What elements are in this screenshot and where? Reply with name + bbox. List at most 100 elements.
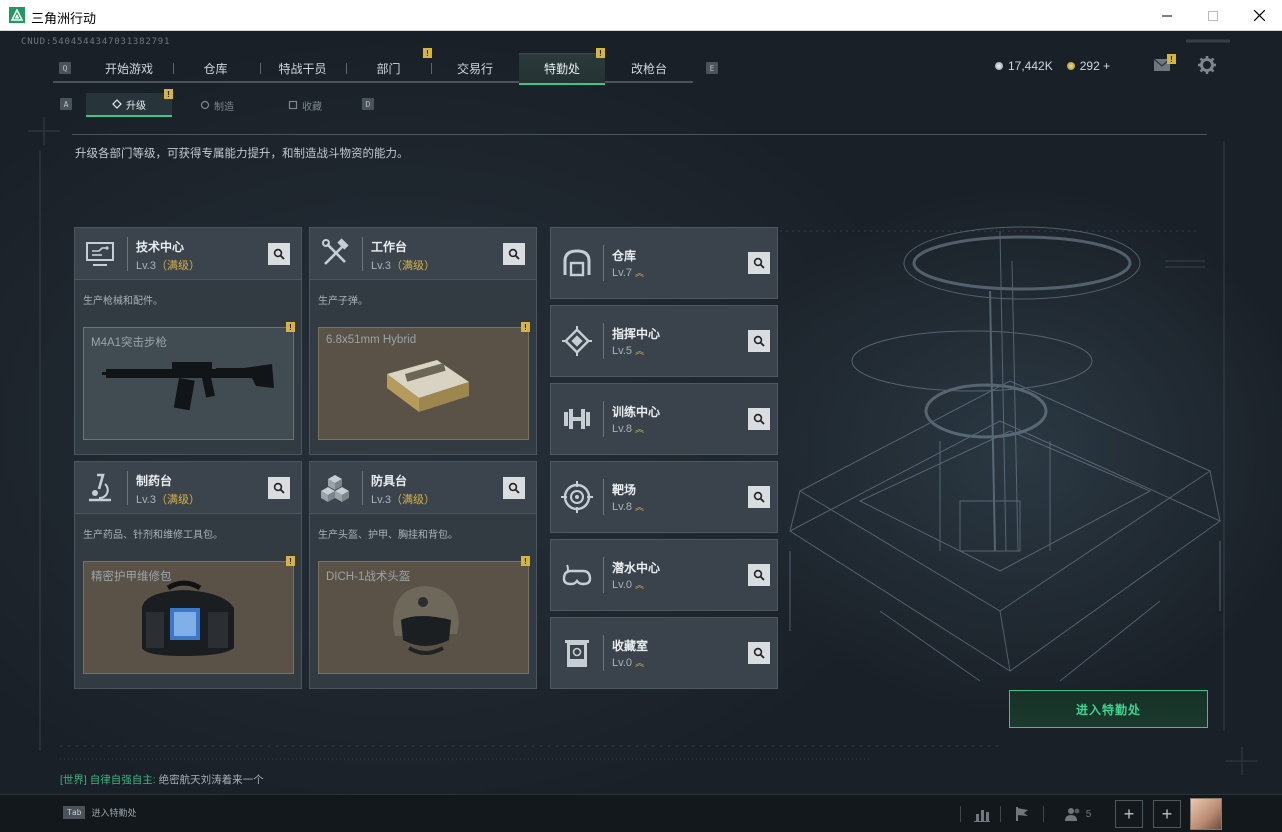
dept-level: Lv.3（满级） bbox=[371, 491, 435, 507]
enter-special-ops-button[interactable]: 进入特勤处 bbox=[1009, 690, 1208, 728]
room-card-warehouse[interactable]: 仓库 Lv.7 ︽ bbox=[550, 227, 778, 299]
product-alert-icon: ! bbox=[286, 556, 295, 566]
tab-hint[interactable]: Tab 进入特勤处 bbox=[63, 806, 136, 819]
magnifier-icon bbox=[753, 257, 765, 269]
room-card-command-center[interactable]: 指挥中心 Lv.5 ︽ bbox=[550, 305, 778, 377]
nav-next-key[interactable]: E bbox=[706, 62, 718, 74]
magnifier-button[interactable] bbox=[748, 642, 770, 664]
magnifier-button[interactable] bbox=[748, 408, 770, 430]
room-card-collection-room[interactable]: 收藏室 Lv.0 ︽ bbox=[550, 617, 778, 689]
chat-line[interactable]: [世界] 自律自强自主: 绝密航天刘涛着来一个 bbox=[60, 772, 264, 787]
dept-level: Lv.3（满级） bbox=[371, 257, 435, 273]
product-slot[interactable]: M4A1突击步枪 ! bbox=[83, 322, 295, 440]
gold-coin-icon bbox=[1066, 62, 1075, 70]
magnifier-icon bbox=[273, 482, 285, 494]
silver-coin-icon bbox=[995, 62, 1003, 70]
magnifier-button[interactable] bbox=[268, 477, 290, 499]
dept-card-header: 防具台 Lv.3（满级） bbox=[310, 462, 536, 514]
room-level-value: Lv.8 bbox=[612, 501, 632, 513]
tab-start-game[interactable]: 开始游戏 bbox=[88, 53, 170, 83]
magnifier-button[interactable] bbox=[748, 486, 770, 508]
product-alert-icon: ! bbox=[521, 556, 530, 566]
dept-card-armor[interactable]: 防具台 Lv.3（满级） 生产头盔、护甲、胸挂和背包。 DICH-1战术头盔 ! bbox=[309, 461, 537, 689]
settings-gear-icon[interactable] bbox=[1198, 56, 1216, 79]
subtab-craft[interactable]: 制造 bbox=[174, 93, 260, 117]
room-level-value: Lv.7 bbox=[612, 267, 632, 279]
dept-name: 工作台 bbox=[371, 240, 408, 254]
game-viewport: CNUD:540454434703138279​1 Q 开始游戏 仓库 特战干员… bbox=[0, 31, 1282, 832]
bottom-divider bbox=[1000, 806, 1001, 822]
header-divider bbox=[362, 471, 363, 505]
monitor-circuit-icon bbox=[86, 242, 114, 266]
header-divider bbox=[127, 471, 128, 505]
subnav-next-key[interactable]: D bbox=[362, 98, 374, 110]
upgradable-icon: ︽ bbox=[634, 424, 644, 434]
magnifier-button[interactable] bbox=[503, 477, 525, 499]
flag-icon[interactable] bbox=[1008, 800, 1036, 828]
room-name: 仓库 bbox=[612, 249, 637, 263]
intro-divider bbox=[72, 134, 1207, 135]
bottom-bar: Tab 进入特勤处 5 + + bbox=[0, 794, 1282, 832]
product-slot[interactable]: 精密护甲维修包 ! bbox=[83, 556, 295, 674]
tab-trading[interactable]: 交易行 bbox=[431, 53, 519, 83]
gold-currency[interactable]: 292 + bbox=[1066, 59, 1110, 73]
room-name: 潜水中心 bbox=[612, 561, 661, 575]
app-logo-icon bbox=[9, 7, 25, 23]
storage-arch-icon bbox=[563, 249, 591, 277]
room-card-training-center[interactable]: 训练中心 Lv.8 ︽ bbox=[550, 383, 778, 455]
magnifier-button[interactable] bbox=[748, 252, 770, 274]
dept-card-header: 技术中心 Lv.3（满级） bbox=[75, 228, 301, 280]
friends-button[interactable]: 5 bbox=[1058, 800, 1098, 828]
add-member-button[interactable]: + bbox=[1153, 800, 1181, 828]
magnifier-button[interactable] bbox=[748, 330, 770, 352]
dept-card-workbench[interactable]: 工作台 Lv.3（满级） 生产子弹。 6.8x51mm Hybrid ! bbox=[309, 227, 537, 455]
room-card-shooting-range[interactable]: 靶场 Lv.8 ︽ bbox=[550, 461, 778, 533]
recharge-plus[interactable]: + bbox=[1103, 59, 1110, 73]
magnifier-icon bbox=[753, 413, 765, 425]
title-bar: 三角洲行动 bbox=[0, 0, 1282, 31]
tab-special-ops[interactable]: 特勤处 bbox=[519, 53, 605, 85]
room-name: 训练中心 bbox=[612, 405, 661, 419]
room-divider bbox=[603, 635, 604, 671]
currency-bar: 17,442K 292 + bbox=[995, 59, 1110, 73]
add-member-button[interactable]: + bbox=[1115, 800, 1143, 828]
dept-maxed: （满级） bbox=[390, 260, 435, 272]
minimize-button[interactable] bbox=[1144, 0, 1190, 31]
dept-card-pharmacy[interactable]: 制药台 Lv.3（满级） 生产药品、针剂和维修工具包。 精密护甲维修包 ! bbox=[74, 461, 302, 689]
subtab-upgrade[interactable]: 升级 bbox=[86, 93, 172, 117]
subtab-craft-label: 制造 bbox=[214, 101, 234, 113]
room-level-value: Lv.0 bbox=[612, 579, 632, 591]
subnav-prev-key[interactable]: A bbox=[60, 98, 72, 110]
room-name: 靶场 bbox=[612, 483, 637, 497]
bottom-divider bbox=[1043, 806, 1044, 822]
tab-operators[interactable]: 特战干员 bbox=[260, 53, 345, 83]
tab-gunsmith[interactable]: 改枪台 bbox=[605, 53, 693, 83]
avatar[interactable] bbox=[1190, 798, 1222, 830]
product-slot[interactable]: 6.8x51mm Hybrid ! bbox=[318, 322, 530, 440]
room-card-diving-center[interactable]: 潜水中心 Lv.0 ︽ bbox=[550, 539, 778, 611]
hammer-wrench-icon bbox=[322, 238, 349, 265]
tab-warehouse[interactable]: 仓库 bbox=[173, 53, 258, 83]
stats-chart-icon[interactable] bbox=[968, 800, 996, 828]
close-button[interactable] bbox=[1236, 0, 1282, 31]
dept-name: 防具台 bbox=[371, 474, 408, 488]
maximize-button[interactable] bbox=[1190, 0, 1236, 31]
craft-icon bbox=[200, 100, 210, 110]
collection-trophy-icon bbox=[565, 640, 589, 667]
product-name: M4A1突击步枪 bbox=[91, 337, 168, 349]
magnifier-button[interactable] bbox=[503, 243, 525, 265]
top-nav: 开始游戏 仓库 特战干员 部门 ! 交易行 特勤处 ! 改枪台 bbox=[53, 48, 693, 85]
dept-card-tech-center[interactable]: 技术中心 Lv.3（满级） 生产枪械和配件。 M4A1突击步枪 ! bbox=[74, 227, 302, 455]
tab-department[interactable]: 部门 bbox=[346, 53, 431, 83]
magnifier-button[interactable] bbox=[748, 564, 770, 586]
product-slot[interactable]: DICH-1战术头盔 ! bbox=[318, 556, 530, 674]
subtab-collection[interactable]: 收藏 bbox=[262, 93, 348, 117]
magnifier-button[interactable] bbox=[268, 243, 290, 265]
chat-message: 绝密航天刘涛着来一个 bbox=[158, 774, 264, 786]
dumbbell-icon bbox=[564, 409, 590, 429]
header-divider bbox=[362, 237, 363, 271]
upgrade-alert-icon: ! bbox=[164, 89, 173, 99]
room-divider bbox=[603, 245, 604, 281]
subtab-upgrade-label: 升级 bbox=[126, 100, 146, 112]
magnifier-icon bbox=[753, 647, 765, 659]
